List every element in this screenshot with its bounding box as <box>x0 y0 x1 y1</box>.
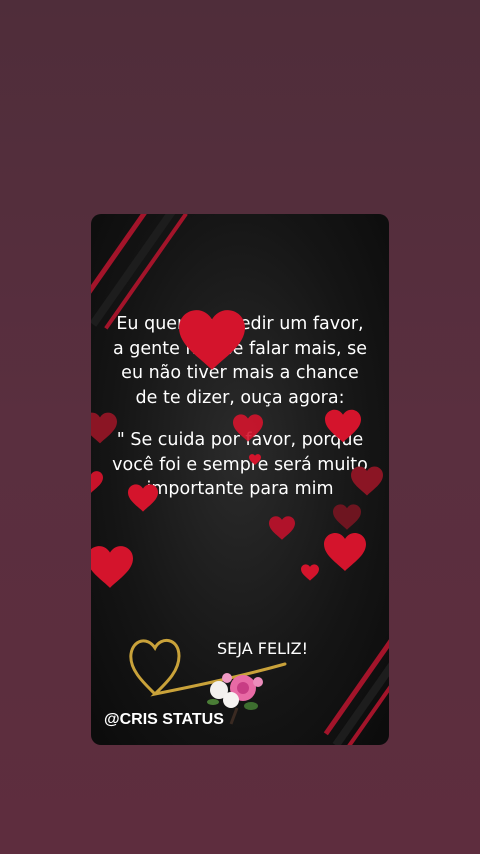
heart-icon <box>233 414 263 442</box>
heart-icon <box>91 412 117 444</box>
heart-icon <box>179 310 245 370</box>
heart-icon <box>351 466 383 496</box>
heart-icon <box>324 532 366 572</box>
heart-icon <box>301 564 319 581</box>
heart-icon <box>249 454 261 465</box>
heart-icon <box>269 516 295 540</box>
heart-icon <box>128 484 158 512</box>
watermark-label: @CRIS STATUS <box>104 711 224 728</box>
heart-icon <box>325 409 361 443</box>
closing-text: SEJA FELIZ! <box>217 639 309 658</box>
heart-icon <box>333 504 361 530</box>
heart-icon <box>91 546 133 588</box>
heart-icon <box>91 471 103 493</box>
status-card: Eu queria te pedir um favor, a gente não… <box>91 214 389 745</box>
